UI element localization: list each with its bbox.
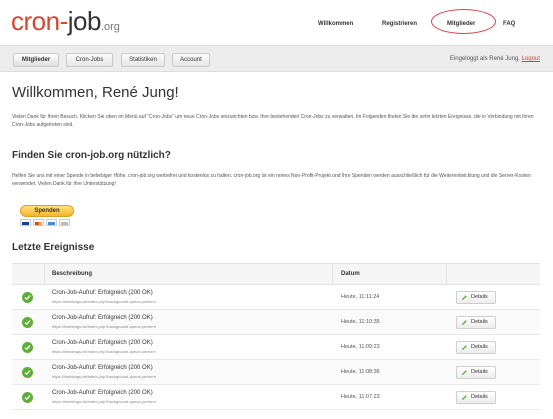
event-description: Cron-Job-Aufruf: Erfolgreich (200 OK)	[52, 315, 153, 321]
col-divider	[446, 264, 447, 284]
amex-card-icon	[46, 219, 57, 226]
logged-in-text: Eingeloggt als René Jung.	[449, 56, 520, 62]
mastercard-icon	[33, 219, 44, 226]
tab-statistiken[interactable]: Statistiken	[121, 53, 165, 67]
details-button[interactable]: Details	[456, 316, 496, 329]
event-url: https://lineblrags.de/index.php?backgrou…	[52, 299, 156, 304]
details-label: Details	[471, 294, 488, 300]
payment-methods	[20, 219, 70, 227]
nav-willkommen[interactable]: Willkommen	[318, 21, 353, 27]
details-button[interactable]: Details	[456, 391, 496, 404]
pencil-icon	[462, 345, 467, 350]
col-date: Datum	[341, 271, 360, 277]
event-date: Heute, 11:10:35	[341, 319, 380, 325]
member-toolbar: Mitglieder Cron-Jobs Statistiken Account…	[0, 45, 553, 72]
details-label: Details	[471, 369, 488, 375]
visa-card-icon	[20, 219, 31, 226]
table-row: Cron-Job-Aufruf: Erfolgreich (200 OK) htt…	[12, 360, 540, 385]
col-description: Beschreibung	[52, 271, 93, 277]
page-title: Willkommen, René Jung!	[12, 84, 179, 101]
event-url: https://lineblrags.de/index.php?backgrou…	[52, 374, 156, 379]
login-status: Eingeloggt als René Jung. Logout	[450, 56, 540, 62]
details-label: Details	[471, 394, 488, 400]
table-row: Cron-Job-Aufruf: Erfolgreich (200 OK) htt…	[12, 385, 540, 410]
event-url: https://lineblrags.de/index.php?backgrou…	[52, 399, 156, 404]
logout-link[interactable]: Logout	[522, 56, 540, 62]
pencil-icon	[462, 395, 467, 400]
check-icon	[22, 392, 33, 403]
table-row: Cron-Job-Aufruf: Erfolgreich (200 OK) htt…	[12, 310, 540, 335]
nav-faq[interactable]: FAQ	[503, 21, 515, 27]
event-description: Cron-Job-Aufruf: Erfolgreich (200 OK)	[52, 290, 153, 296]
event-date: Heute, 11:09:23	[341, 344, 380, 350]
intro-text: Vielen Dank für Ihren Besuch. Klicken Si…	[12, 114, 534, 128]
bank-card-icon	[59, 219, 70, 226]
event-date: Heute, 11:08:36	[341, 369, 380, 375]
nav-registrieren[interactable]: Registrieren	[382, 21, 417, 27]
check-icon	[22, 292, 33, 303]
check-icon	[22, 342, 33, 353]
details-button[interactable]: Details	[456, 341, 496, 354]
event-url: https://lineblrags.de/index.php?backgrou…	[52, 349, 156, 354]
event-description: Cron-Job-Aufruf: Erfolgreich (200 OK)	[52, 365, 153, 371]
col-divider	[332, 264, 333, 284]
event-description: Cron-Job-Aufruf: Erfolgreich (200 OK)	[52, 390, 153, 396]
pencil-icon	[462, 320, 467, 325]
table-row: Cron-Job-Aufruf: Erfolgreich (200 OK) htt…	[12, 285, 540, 310]
col-divider	[44, 264, 45, 284]
event-url: https://lineblrags.de/index.php?backgrou…	[52, 324, 156, 329]
check-icon	[22, 367, 33, 378]
check-icon	[22, 317, 33, 328]
event-date: Heute, 11:11:24	[341, 294, 380, 300]
events-heading: Letzte Ereignisse	[12, 242, 95, 253]
table-body: Cron-Job-Aufruf: Erfolgreich (200 OK) htt…	[12, 285, 540, 410]
details-label: Details	[471, 344, 488, 350]
table-header: Beschreibung Datum	[12, 263, 540, 285]
tab-mitglieder[interactable]: Mitglieder	[13, 53, 59, 67]
pencil-icon	[462, 295, 467, 300]
pencil-icon	[462, 370, 467, 375]
donate-button[interactable]: Spenden	[20, 205, 74, 217]
donation-text: Helfen Sie uns mit einer Spende in belie…	[12, 173, 531, 187]
details-button[interactable]: Details	[456, 291, 496, 304]
table-row: Cron-Job-Aufruf: Erfolgreich (200 OK) htt…	[12, 335, 540, 360]
event-description: Cron-Job-Aufruf: Erfolgreich (200 OK)	[52, 340, 153, 346]
site-header: cron-job.org Willkommen Registrieren Mit…	[0, 0, 553, 45]
details-button[interactable]: Details	[456, 366, 496, 379]
useful-heading: Finden Sie cron-job.org nützlich?	[12, 150, 171, 161]
highlight-circle	[431, 9, 496, 34]
tab-cron-jobs[interactable]: Cron-Jobs	[66, 53, 113, 67]
event-date: Heute, 11:07:23	[341, 394, 380, 400]
tab-account[interactable]: Account	[172, 53, 210, 67]
events-table: Beschreibung Datum Cron-Job-Aufruf: Erfo…	[12, 263, 540, 410]
details-label: Details	[471, 319, 488, 325]
